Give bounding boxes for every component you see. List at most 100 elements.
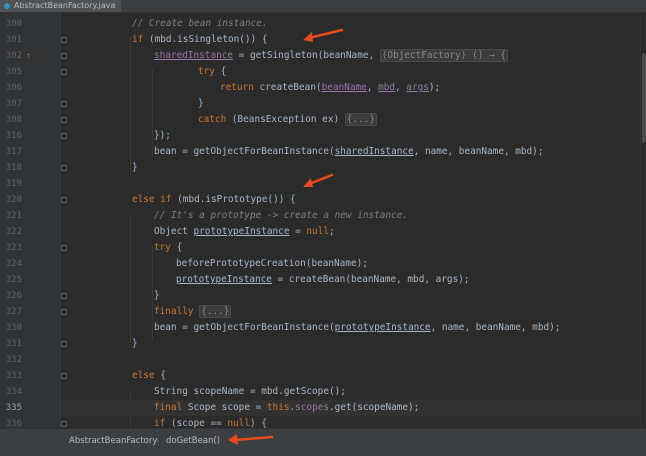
code-line[interactable]: } <box>132 336 138 352</box>
code-token: createBean( <box>253 82 322 93</box>
code-token: } <box>132 338 138 349</box>
code-token: // Create bean instance. <box>132 18 268 29</box>
code-token: }); <box>154 130 171 141</box>
code-token: try <box>154 242 171 253</box>
annotation-arrow-icon <box>303 173 334 187</box>
code-token: String scopeName = mbd.getScope(); <box>154 386 346 397</box>
code-line[interactable]: // Create bean instance. <box>132 16 267 32</box>
breadcrumb: AbstractBeanFactory › doGetBean() <box>0 428 646 456</box>
code-token: { <box>170 242 183 253</box>
folded-code-region[interactable]: {...} <box>199 305 232 318</box>
code-token: beforePrototypeCreation(beanName); <box>176 258 368 269</box>
code-token: try <box>198 66 215 77</box>
code-token: (mbd.isPrototype()) { <box>171 194 296 205</box>
folded-code-region[interactable]: (ObjectFactory) () → { <box>379 49 508 62</box>
breadcrumb-separator: › <box>156 436 160 446</box>
code-token: // It's a prototype -> create a new inst… <box>154 210 408 221</box>
code-token: { <box>214 66 227 77</box>
code-token: catch <box>198 114 227 125</box>
code-line[interactable]: try { <box>154 240 182 256</box>
annotation-arrow-icon <box>303 28 344 42</box>
folded-code-region[interactable]: {...} <box>344 113 377 126</box>
code-editor[interactable]: // Create bean instance. if (mbd.isSingle… <box>0 13 640 429</box>
code-token: return <box>220 82 254 93</box>
code-line[interactable]: } <box>132 160 138 176</box>
code-token: prototypeInstance <box>176 274 272 285</box>
fold-marker-icon[interactable] <box>61 69 67 75</box>
code-token: args <box>406 82 429 93</box>
code-token: Object <box>154 226 194 237</box>
fold-marker-icon[interactable] <box>61 133 67 139</box>
code-token: null <box>306 226 329 237</box>
code-line[interactable]: if (mbd.isSingleton()) { <box>132 32 267 48</box>
fold-marker-icon[interactable] <box>61 293 67 299</box>
code-token: bean = getObjectForBeanInstance( <box>154 146 335 157</box>
code-token: else <box>132 370 155 381</box>
code-token: mbd <box>378 82 395 93</box>
code-token: , <box>395 82 407 93</box>
code-line[interactable]: final Scope scope = this.scopes.get(scop… <box>154 400 419 416</box>
fold-marker-icon[interactable] <box>61 309 67 315</box>
code-token: = createBean(beanName, mbd, args); <box>271 274 470 285</box>
code-token: prototypeInstance <box>334 322 431 333</box>
editor-tab-bar: AbstractBeanFactory.java <box>0 0 646 13</box>
code-token: = <box>289 226 307 237</box>
code-line[interactable]: Object prototypeInstance = null; <box>154 224 335 240</box>
code-token: , name, beanName, mbd); <box>430 322 561 333</box>
indent-guide <box>152 245 153 341</box>
java-file-icon <box>4 3 10 9</box>
code-line[interactable]: bean = getObjectForBeanInstance(sharedIn… <box>154 144 543 160</box>
code-token: , name, beanName, mbd); <box>413 146 544 157</box>
breadcrumb-item-method[interactable]: doGetBean() <box>166 435 220 447</box>
code-line[interactable]: beforePrototypeCreation(beanName); <box>176 256 368 272</box>
code-token: scopes <box>295 402 330 413</box>
code-token: else if <box>132 194 172 205</box>
code-line[interactable]: else if (mbd.isPrototype()) { <box>132 192 296 208</box>
code-line[interactable]: } <box>154 288 160 304</box>
code-line[interactable]: catch (BeansException ex) {...} <box>198 112 377 128</box>
code-line[interactable]: try { <box>198 64 226 80</box>
code-line[interactable]: return createBean(beanName, mbd, args); <box>220 80 440 96</box>
code-token: if <box>132 34 144 45</box>
editor-tab[interactable]: AbstractBeanFactory.java <box>0 0 122 12</box>
fold-marker-icon[interactable] <box>61 197 67 203</box>
code-line[interactable]: finally {...} <box>154 304 232 320</box>
code-token: prototypeInstance <box>193 226 290 237</box>
indent-guide <box>130 37 131 177</box>
code-token: beanName <box>321 82 367 93</box>
fold-marker-icon[interactable] <box>61 101 67 107</box>
vertical-scrollbar[interactable] <box>640 13 646 428</box>
code-line[interactable]: bean = getObjectForBeanInstance(prototyp… <box>154 320 560 336</box>
code-token: finally <box>154 306 194 317</box>
fold-marker-icon[interactable] <box>61 165 67 171</box>
code-token: (mbd.isSingleton()) { <box>143 34 268 45</box>
editor-tab-label: AbstractBeanFactory.java <box>14 1 116 10</box>
code-token: Scope scope = <box>182 402 267 413</box>
fold-marker-icon[interactable] <box>61 37 67 43</box>
code-token: ; <box>328 226 335 237</box>
fold-marker-icon[interactable] <box>61 53 67 59</box>
fold-marker-icon[interactable] <box>61 373 67 379</box>
scrollbar-thumb[interactable] <box>642 53 646 143</box>
indent-guide <box>130 213 131 343</box>
code-line[interactable]: String scopeName = mbd.getScope(); <box>154 384 346 400</box>
fold-marker-icon[interactable] <box>61 245 67 251</box>
annotation-arrow-icon <box>228 434 274 445</box>
code-line[interactable]: }); <box>154 128 171 144</box>
code-token: bean = getObjectForBeanInstance( <box>154 322 335 333</box>
code-line[interactable]: } <box>198 96 204 112</box>
code-token: sharedInstance <box>154 50 234 61</box>
code-line[interactable]: sharedInstance = getSingleton(beanName, … <box>154 48 508 64</box>
code-token: final <box>154 402 183 413</box>
code-line[interactable]: else { <box>132 368 166 384</box>
fold-marker-icon[interactable] <box>61 117 67 123</box>
code-line[interactable]: // It's a prototype -> create a new inst… <box>154 208 408 224</box>
fold-marker-icon[interactable] <box>61 341 67 347</box>
fold-marker-icon[interactable] <box>61 421 67 427</box>
breadcrumb-item-class[interactable]: AbstractBeanFactory <box>69 435 157 447</box>
code-token: .get(scopeName); <box>329 402 420 413</box>
code-token: this <box>266 402 290 413</box>
code-token: } <box>132 162 138 173</box>
code-token: (BeansException ex) <box>226 114 345 125</box>
code-line[interactable]: prototypeInstance = createBean(beanName,… <box>176 272 470 288</box>
